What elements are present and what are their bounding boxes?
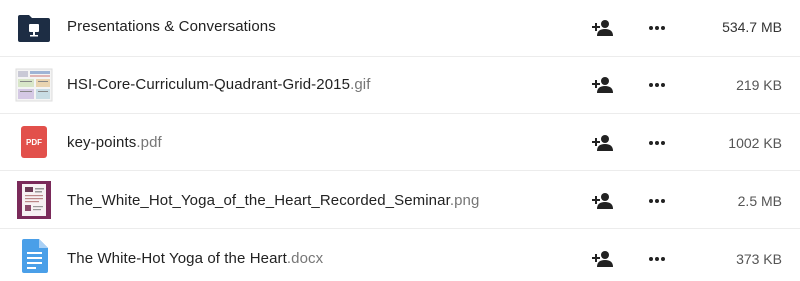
- file-row[interactable]: Presentations & Conversations 534.7 MB: [0, 0, 800, 57]
- file-name[interactable]: Presentations & Conversations: [67, 18, 276, 35]
- file-row[interactable]: PDF key-points.pdf 1002 KB: [0, 114, 800, 171]
- add-user-icon: [592, 77, 613, 93]
- file-extension: .pdf: [136, 134, 162, 151]
- add-user-icon: [592, 135, 613, 151]
- file-row[interactable]: HSI-Core-Curriculum-Quadrant-Grid-2015.g…: [0, 57, 800, 114]
- file-size: 1002 KB: [728, 135, 782, 151]
- file-row[interactable]: The_White_Hot_Yoga_of_the_Heart_Recorded…: [0, 172, 800, 229]
- file-size: 219 KB: [736, 77, 782, 93]
- file-extension: .gif: [350, 76, 371, 93]
- ellipsis-icon: [649, 83, 665, 87]
- ellipsis-icon: [649, 199, 665, 203]
- file-basename: The White-Hot Yoga of the Heart: [67, 250, 287, 267]
- add-user-icon: [592, 20, 613, 36]
- file-extension: .png: [449, 192, 480, 209]
- image-thumbnail[interactable]: [14, 65, 54, 105]
- ellipsis-icon: [649, 26, 665, 30]
- file-basename: The_White_Hot_Yoga_of_the_Heart_Recorded…: [67, 192, 450, 209]
- add-user-icon: [592, 193, 613, 209]
- more-actions-button[interactable]: [645, 16, 669, 40]
- image-thumbnail[interactable]: [14, 180, 54, 220]
- file-size: 2.5 MB: [737, 193, 782, 209]
- file-size: 534.7 MB: [722, 19, 782, 35]
- share-button[interactable]: [590, 72, 616, 98]
- file-name[interactable]: key-points.pdf: [67, 134, 162, 151]
- file-basename: key-points: [67, 134, 137, 151]
- pdf-icon[interactable]: PDF: [14, 122, 54, 162]
- file-extension: .docx: [286, 250, 324, 267]
- file-row[interactable]: The White-Hot Yoga of the Heart.docx 373…: [0, 230, 800, 281]
- share-button[interactable]: [590, 15, 616, 41]
- share-button[interactable]: [590, 130, 616, 156]
- file-name[interactable]: The_White_Hot_Yoga_of_the_Heart_Recorded…: [67, 192, 479, 209]
- share-button[interactable]: [590, 246, 616, 272]
- folder-icon[interactable]: [14, 8, 54, 48]
- file-list: Presentations & Conversations 534.7 MB H…: [0, 0, 800, 281]
- ellipsis-icon: [649, 257, 665, 261]
- pdf-badge: PDF: [21, 126, 47, 158]
- file-basename: HSI-Core-Curriculum-Quadrant-Grid-2015: [67, 76, 351, 93]
- more-actions-button[interactable]: [645, 73, 669, 97]
- add-user-icon: [592, 251, 613, 267]
- file-name[interactable]: HSI-Core-Curriculum-Quadrant-Grid-2015.g…: [67, 76, 370, 93]
- share-button[interactable]: [590, 188, 616, 214]
- file-name[interactable]: The White-Hot Yoga of the Heart.docx: [67, 250, 323, 267]
- more-actions-button[interactable]: [645, 247, 669, 271]
- more-actions-button[interactable]: [645, 131, 669, 155]
- file-size: 373 KB: [736, 251, 782, 267]
- document-icon[interactable]: [14, 236, 54, 276]
- more-actions-button[interactable]: [645, 189, 669, 213]
- ellipsis-icon: [649, 141, 665, 145]
- file-basename: Presentations & Conversations: [67, 18, 276, 35]
